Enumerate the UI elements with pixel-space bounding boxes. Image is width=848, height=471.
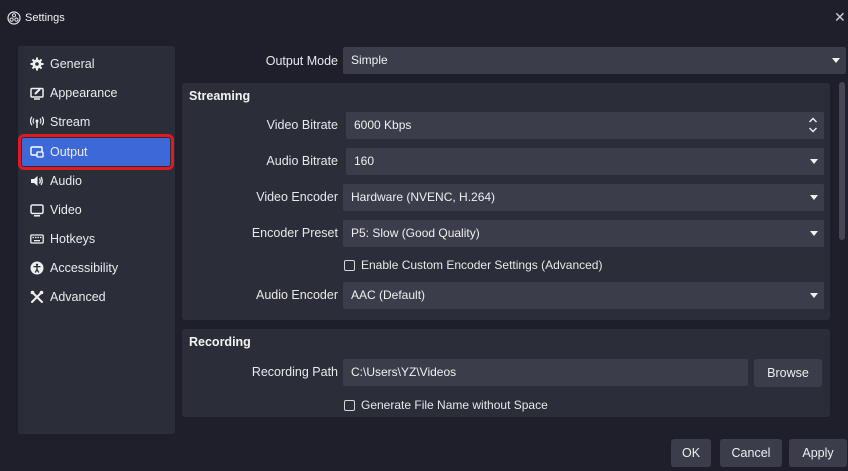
video-encoder-value: Hardware (NVENC, H.264) bbox=[351, 190, 496, 204]
browse-button[interactable]: Browse bbox=[754, 359, 822, 387]
custom-encoder-settings-label: Enable Custom Encoder Settings (Advanced… bbox=[361, 258, 603, 272]
cancel-button[interactable]: Cancel bbox=[720, 439, 782, 467]
recording-path-value: C:\Users\YZ\Videos bbox=[351, 365, 457, 379]
chevron-down-icon bbox=[810, 195, 818, 200]
sidebar-item-label: Video bbox=[50, 203, 82, 217]
accessibility-icon bbox=[30, 261, 44, 275]
sidebar-item-stream[interactable]: Stream bbox=[18, 108, 175, 136]
video-encoder-label: Video Encoder bbox=[256, 190, 338, 204]
encoder-preset-label: Encoder Preset bbox=[251, 226, 338, 240]
monitor-icon bbox=[30, 203, 44, 217]
gear-icon bbox=[30, 57, 44, 71]
audio-bitrate-dropdown[interactable]: 160 bbox=[346, 148, 824, 175]
video-encoder-dropdown[interactable]: Hardware (NVENC, H.264) bbox=[343, 184, 824, 211]
no-space-filename-checkbox[interactable] bbox=[344, 399, 355, 411]
recording-path-row: Recording Path bbox=[182, 358, 338, 386]
audio-encoder-dropdown[interactable]: AAC (Default) bbox=[343, 282, 824, 309]
audio-encoder-value: AAC (Default) bbox=[351, 288, 426, 302]
title-bar: Settings ✕ bbox=[0, 0, 848, 36]
sidebar-item-label: General bbox=[50, 57, 95, 71]
recording-path-label: Recording Path bbox=[251, 365, 338, 379]
recording-path-input[interactable]: C:\Users\YZ\Videos bbox=[343, 359, 748, 386]
output-icon bbox=[30, 145, 44, 159]
output-mode-row: Output Mode bbox=[182, 47, 338, 75]
sidebar-item-label: Hotkeys bbox=[50, 232, 96, 246]
audio-bitrate-label: Audio Bitrate bbox=[266, 154, 338, 168]
keyboard-icon bbox=[30, 232, 44, 246]
sidebar-item-appearance[interactable]: Appearance bbox=[18, 79, 175, 107]
sidebar-item-audio[interactable]: Audio bbox=[18, 167, 175, 195]
sidebar-item-output[interactable]: Output bbox=[18, 134, 174, 170]
custom-encoder-settings-option[interactable]: Enable Custom Encoder Settings (Advanced… bbox=[344, 256, 602, 274]
no-space-filename-option[interactable]: Generate File Name without Space bbox=[344, 396, 548, 414]
sidebar-item-label: Appearance bbox=[50, 86, 118, 100]
sidebar-item-hotkeys[interactable]: Hotkeys bbox=[18, 225, 175, 253]
chevron-down-icon bbox=[810, 159, 818, 164]
tools-icon bbox=[30, 290, 44, 304]
sidebar-item-accessibility[interactable]: Accessibility bbox=[18, 254, 175, 282]
chevron-down-icon bbox=[810, 293, 818, 298]
stream-icon bbox=[30, 115, 44, 129]
audio-encoder-label: Audio Encoder bbox=[255, 288, 338, 302]
encoder-preset-row: Encoder Preset bbox=[182, 219, 338, 247]
ok-button[interactable]: OK bbox=[671, 439, 711, 467]
settings-sidebar: General Appearance Stream Output Audio V… bbox=[18, 46, 175, 434]
video-encoder-row: Video Encoder bbox=[182, 183, 338, 211]
encoder-preset-value: P5: Slow (Good Quality) bbox=[351, 226, 480, 240]
sidebar-item-label: Audio bbox=[50, 174, 82, 188]
output-mode-dropdown[interactable]: Simple bbox=[343, 47, 846, 74]
audio-encoder-row: Audio Encoder bbox=[182, 281, 338, 309]
output-mode-label: Output Mode bbox=[265, 54, 338, 68]
video-bitrate-row: Video Bitrate bbox=[182, 111, 338, 139]
sidebar-item-label: Output bbox=[50, 145, 88, 159]
chevron-down-icon bbox=[810, 231, 818, 236]
sidebar-item-label: Stream bbox=[50, 115, 91, 129]
encoder-preset-dropdown[interactable]: P5: Slow (Good Quality) bbox=[343, 220, 824, 247]
sidebar-item-general[interactable]: General bbox=[18, 50, 175, 78]
sidebar-item-video[interactable]: Video bbox=[18, 196, 175, 224]
scrollbar-thumb[interactable] bbox=[839, 82, 845, 240]
video-bitrate-label: Video Bitrate bbox=[266, 118, 338, 132]
sidebar-item-label: Advanced bbox=[50, 290, 106, 304]
sidebar-item-label: Accessibility bbox=[50, 261, 119, 275]
obs-logo-icon bbox=[7, 11, 21, 25]
recording-section-title: Recording bbox=[189, 335, 251, 349]
apply-button[interactable]: Apply bbox=[789, 439, 847, 467]
video-bitrate-spinbox[interactable]: 6000 Kbps bbox=[346, 112, 824, 139]
sidebar-item-advanced[interactable]: Advanced bbox=[18, 283, 175, 311]
video-bitrate-value: 6000 Kbps bbox=[354, 118, 412, 132]
close-button[interactable]: ✕ bbox=[834, 8, 848, 26]
audio-bitrate-row: Audio Bitrate bbox=[182, 147, 338, 175]
speaker-icon bbox=[30, 174, 44, 188]
output-mode-value: Simple bbox=[351, 53, 388, 67]
custom-encoder-settings-checkbox[interactable] bbox=[344, 259, 355, 271]
no-space-filename-label: Generate File Name without Space bbox=[361, 398, 548, 412]
spin-arrows-icon[interactable] bbox=[806, 114, 820, 136]
appearance-icon bbox=[30, 86, 44, 100]
window-title: Settings bbox=[25, 12, 65, 24]
audio-bitrate-value: 160 bbox=[354, 154, 375, 168]
chevron-down-icon bbox=[832, 58, 840, 63]
streaming-section-title: Streaming bbox=[189, 89, 251, 103]
